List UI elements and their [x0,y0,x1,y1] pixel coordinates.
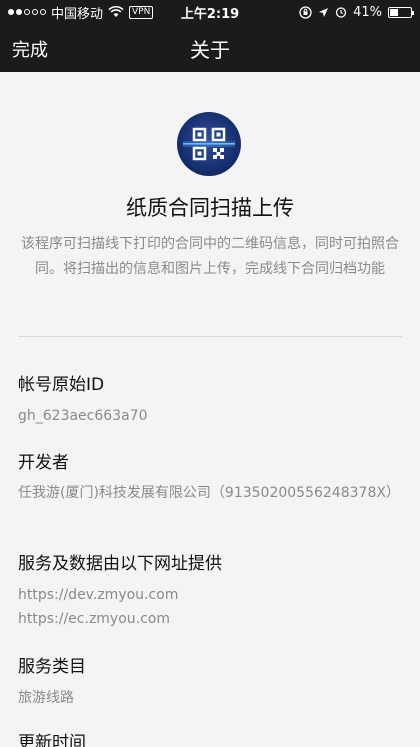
location-icon [319,7,329,17]
service-url[interactable]: https://ec.zmyou.com [18,607,408,631]
services-section: 服务及数据由以下网址提供 https://dev.zmyou.com https… [18,549,408,631]
services-label: 服务及数据由以下网址提供 [18,554,222,574]
vpn-badge: VPN [129,5,154,19]
carrier-name: 中国移动 [51,6,104,22]
category-label: 服务类目 [18,657,86,677]
status-left: 中国移动 VPN [8,3,299,22]
category-section: 服务类目 旅游线路 [18,652,408,710]
original-id-section: 帐号原始ID gh_623aec663a70 [18,370,408,428]
developer-section: 开发者 任我游(厦门)科技发展有限公司（91350200556248378X） [18,448,408,505]
battery-icon [388,6,414,18]
done-button[interactable]: 完成 [12,36,48,62]
app-logo [177,112,241,176]
category-value: 旅游线路 [18,690,74,706]
signal-strength-icon [8,9,46,15]
app-name: 纸质合同扫描上传 [126,196,294,220]
wifi-icon [108,6,124,17]
developer-label: 开发者 [18,453,69,473]
divider [18,336,402,337]
status-bar: 中国移动 VPN 上午2:19 41% [0,0,420,24]
battery-percent: 41% [353,4,382,20]
developer-value: 任我游(厦门)科技发展有限公司（91350200556248378X） [18,485,400,501]
original-id-label: 帐号原始ID [18,375,105,395]
original-id-value: gh_623aec663a70 [18,408,148,424]
orientation-lock-icon [299,5,312,19]
navigation-bar: 完成 关于 [0,24,420,72]
updated-section: 更新时间 [18,728,408,747]
alarm-icon [335,7,347,18]
qr-code-icon [183,127,235,161]
app-description: 该程序可扫描线下打印的合同中的二维码信息，同时可拍照合同。将扫描出的信息和图片上… [21,236,399,277]
page-title: 关于 [190,37,230,62]
service-url[interactable]: https://dev.zmyou.com [18,583,408,607]
updated-label: 更新时间 [18,733,86,747]
service-url-list: https://dev.zmyou.com https://ec.zmyou.c… [18,583,408,631]
status-right: 41% [299,4,414,20]
